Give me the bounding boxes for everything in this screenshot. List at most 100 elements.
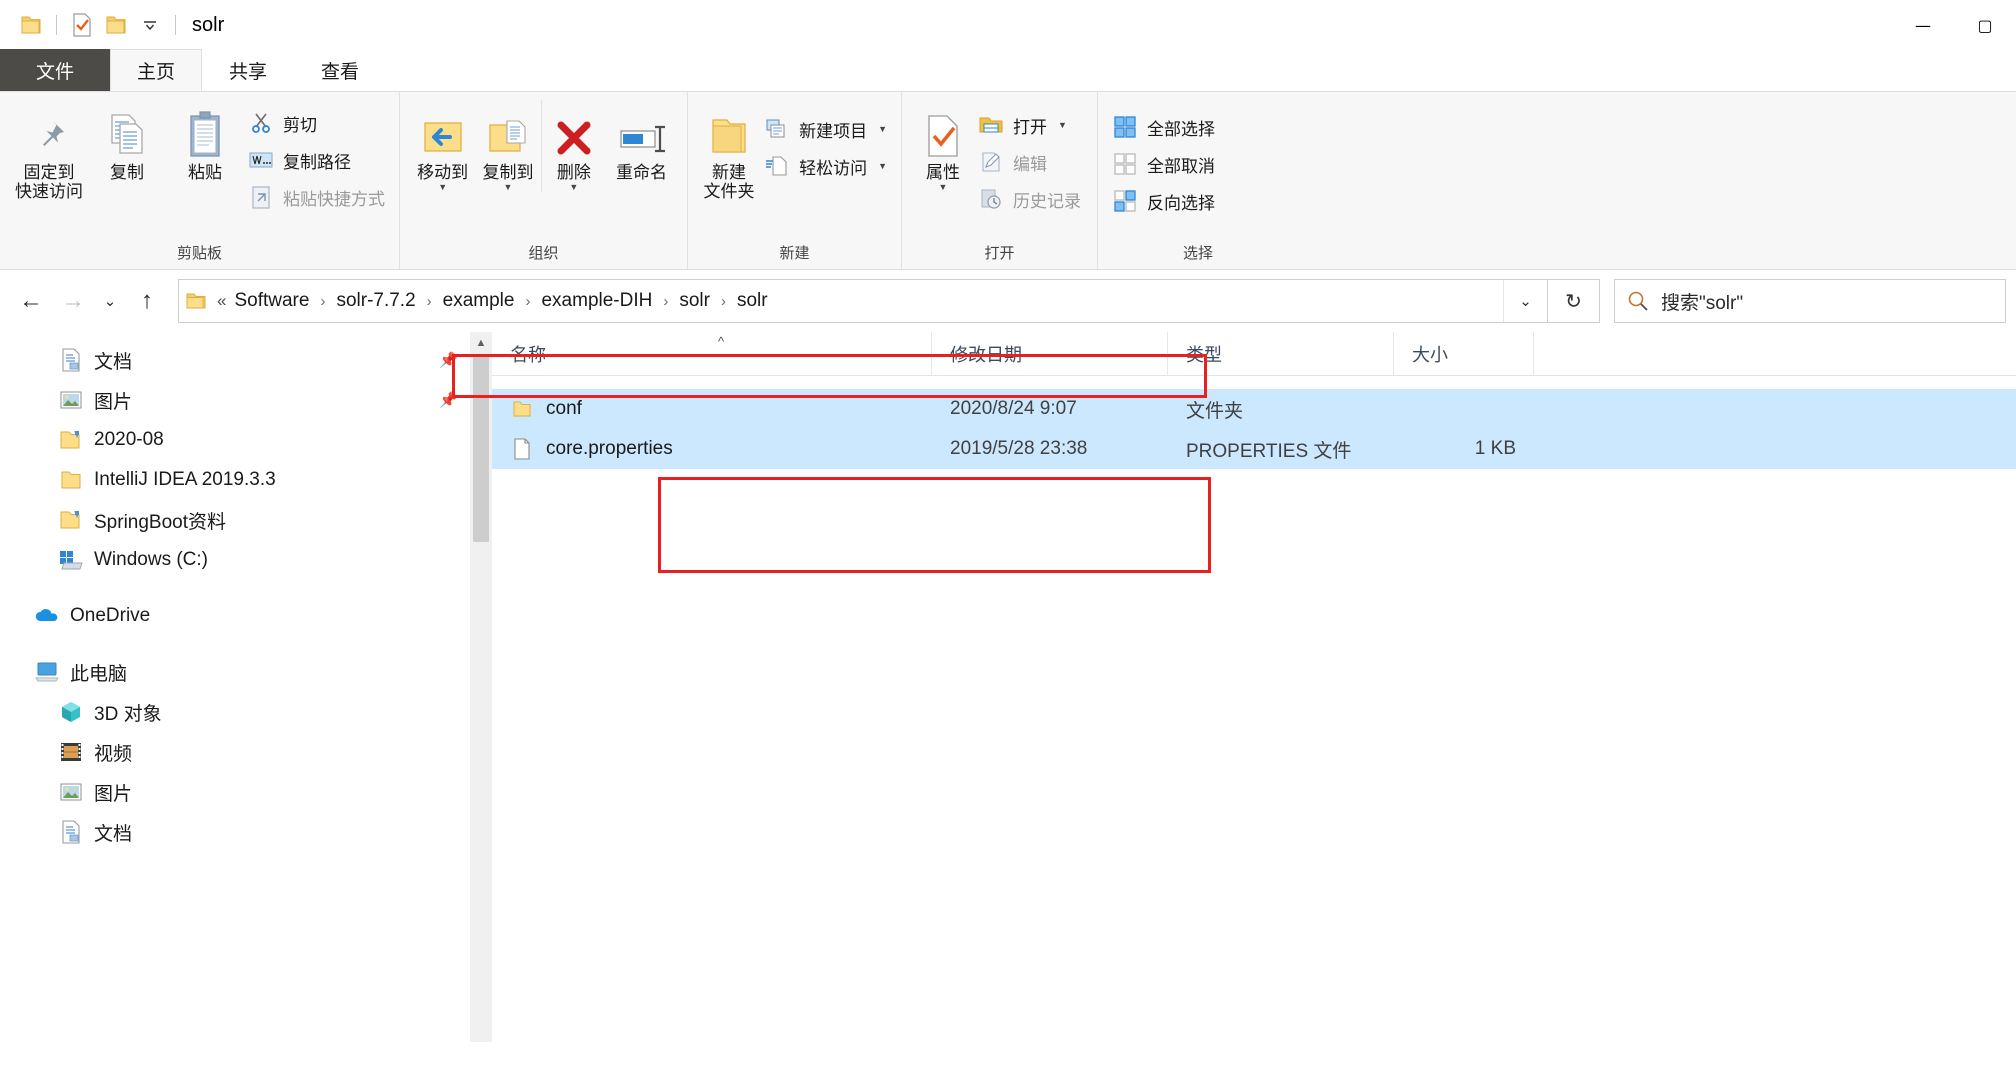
nav-pictures[interactable]: 图片 — [0, 772, 470, 812]
nav-documents[interactable]: 文档 — [0, 812, 470, 852]
navigation-pane: 文档 📌 图片 📌 2020-08 IntelliJ IDEA 2019.3.3… — [0, 332, 470, 1042]
easy-access-icon — [764, 153, 790, 179]
new-folder-icon[interactable] — [99, 8, 133, 42]
quick-access-toolbar — [14, 8, 184, 42]
column-date-modified[interactable]: 修改日期 — [932, 331, 1168, 376]
open-small-buttons: 打开 ▼ 编辑 历史记录 — [974, 100, 1085, 214]
nav-this-pc[interactable]: 此电脑 — [0, 652, 470, 692]
ribbon-group-open: 属性 ▼ 打开 ▼ 编辑 历史记录 打开 — [902, 92, 1098, 269]
rename-button[interactable]: 重命名 — [606, 100, 677, 182]
breadcrumb-solr-leaf[interactable]: solr — [733, 290, 772, 312]
table-row[interactable]: conf 2020/8/24 9:07 文件夹 — [492, 389, 2016, 429]
breadcrumb-solr-version[interactable]: solr-7.7.2 — [332, 290, 419, 312]
forward-button[interactable]: → — [52, 280, 94, 322]
select-none-button[interactable]: 全部取消 — [1108, 149, 1219, 179]
invert-selection-button[interactable]: 反向选择 — [1108, 186, 1219, 216]
cut-button[interactable]: 剪切 — [244, 108, 389, 138]
nav-pictures-quick[interactable]: 图片 📌 — [0, 380, 470, 420]
edit-button[interactable]: 编辑 — [974, 147, 1085, 177]
pin-to-quick-access-button[interactable]: 固定到 快速访问 — [10, 100, 88, 201]
tab-home[interactable]: 主页 — [110, 49, 202, 91]
history-button[interactable]: 历史记录 — [974, 184, 1085, 214]
breadcrumb-separator-icon[interactable]: › — [656, 293, 675, 310]
rename-label: 重命名 — [616, 163, 668, 182]
breadcrumb-software[interactable]: Software — [230, 290, 313, 312]
nav-videos[interactable]: 视频 — [0, 732, 470, 772]
nav-springboot[interactable]: SpringBoot资料 — [0, 500, 470, 540]
file-name-cell[interactable]: core.properties — [492, 429, 932, 469]
file-list: ^ 名称 修改日期 类型 大小 conf 2020/8/24 9:07 文件夹 … — [492, 331, 2016, 1042]
chevron-down-icon[interactable]: ▼ — [569, 183, 578, 192]
file-name-cell[interactable]: conf — [492, 389, 932, 429]
column-type[interactable]: 类型 — [1168, 331, 1394, 376]
nav-onedrive[interactable]: OneDrive — [0, 596, 470, 636]
nav-windows-c[interactable]: Windows (C:) — [0, 540, 470, 580]
breadcrumb-separator-icon[interactable]: › — [313, 293, 332, 310]
breadcrumb-solr[interactable]: solr — [675, 290, 714, 312]
up-button[interactable]: ↑ — [126, 280, 168, 322]
clipboard-small-buttons: 剪切 复制路径 粘贴快捷方式 — [244, 100, 389, 212]
column-size-label: 大小 — [1412, 344, 1448, 365]
easy-access-button[interactable]: 轻松访问 ▼ — [760, 151, 891, 181]
tab-share[interactable]: 共享 — [202, 49, 294, 91]
tab-view[interactable]: 查看 — [294, 49, 386, 91]
folder-icon[interactable] — [14, 8, 48, 42]
windows-drive-icon — [58, 547, 84, 573]
search-input[interactable]: 搜索"solr" — [1661, 288, 1743, 315]
tab-file[interactable]: 文件 — [0, 49, 110, 91]
copy-button[interactable]: 复制 — [88, 100, 166, 182]
new-group-label: 新建 — [779, 245, 810, 262]
address-dropdown-button[interactable]: ⌄ — [1503, 280, 1547, 322]
minimize-button[interactable]: — — [1892, 0, 1954, 50]
pin-icon[interactable]: 📌 — [439, 351, 458, 369]
new-folder-button[interactable]: 新建 文件夹 — [698, 100, 760, 201]
chevron-down-icon[interactable] — [133, 8, 167, 42]
chevron-down-icon[interactable]: ▼ — [939, 183, 948, 192]
move-to-button[interactable]: 移动到 ▼ — [410, 100, 475, 192]
column-size[interactable]: 大小 — [1394, 331, 1534, 376]
scroll-up-icon[interactable]: ▲ — [470, 332, 492, 354]
chevron-down-icon[interactable]: ▼ — [1058, 120, 1067, 130]
back-button[interactable]: ← — [10, 280, 52, 322]
paste-button[interactable]: 粘贴 — [166, 100, 244, 182]
divider — [56, 15, 57, 35]
properties-check-icon[interactable] — [65, 8, 99, 42]
refresh-button[interactable]: ↻ — [1548, 279, 1600, 323]
folder-shortcut-icon — [58, 507, 84, 533]
recent-locations-button[interactable]: ⌄ — [94, 280, 126, 322]
new-item-button[interactable]: 新建项目 ▼ — [760, 114, 891, 144]
breadcrumb-separator-icon[interactable]: › — [518, 293, 537, 310]
paste-icon — [185, 106, 225, 158]
copy-path-button[interactable]: 复制路径 — [244, 145, 389, 175]
chevron-down-icon[interactable]: ▼ — [878, 161, 887, 171]
nav-intellij-idea[interactable]: IntelliJ IDEA 2019.3.3 — [0, 460, 470, 500]
paste-shortcut-button[interactable]: 粘贴快捷方式 — [244, 182, 389, 212]
nav-3d-objects[interactable]: 3D 对象 — [0, 692, 470, 732]
breadcrumb-example-dih[interactable]: example-DIH — [537, 290, 656, 312]
breadcrumb-example[interactable]: example — [439, 290, 519, 312]
delete-button[interactable]: 删除 ▼ — [540, 100, 606, 193]
breadcrumb-separator-icon[interactable]: › — [714, 293, 733, 310]
copy-to-button[interactable]: 复制到 ▼ — [475, 100, 540, 192]
nav-label: 图片 — [94, 391, 133, 413]
select-none-icon — [1112, 151, 1138, 177]
properties-button[interactable]: 属性 ▼ — [912, 100, 974, 192]
chevron-down-icon[interactable]: ▼ — [438, 183, 447, 192]
nav-documents-quick[interactable]: 文档 📌 — [0, 340, 470, 380]
breadcrumb-separator-icon[interactable]: › — [420, 293, 439, 310]
nav-2020-08[interactable]: 2020-08 — [0, 420, 470, 460]
search-box[interactable]: 搜索"solr" — [1614, 279, 2006, 323]
maximize-button[interactable]: ▢ — [1954, 0, 2016, 50]
address-breadcrumb-bar[interactable]: « Software › solr-7.7.2 › example › exam… — [178, 279, 1548, 323]
scrollbar-thumb[interactable] — [473, 354, 489, 542]
table-row[interactable]: core.properties 2019/5/28 23:38 PROPERTI… — [492, 429, 2016, 469]
videos-icon — [58, 739, 84, 765]
open-button[interactable]: 打开 ▼ — [974, 110, 1085, 140]
column-name[interactable]: 名称 — [492, 331, 932, 376]
chevron-down-icon[interactable]: ▼ — [504, 183, 513, 192]
chevron-down-icon[interactable]: ▼ — [878, 124, 887, 134]
nav-pane-scrollbar[interactable]: ▲ — [470, 332, 492, 1042]
pin-icon[interactable]: 📌 — [439, 391, 458, 409]
ribbon-group-organize: 移动到 ▼ 复制到 ▼ 删除 ▼ 重命名 组织 — [400, 92, 688, 269]
select-all-button[interactable]: 全部选择 — [1108, 112, 1219, 142]
